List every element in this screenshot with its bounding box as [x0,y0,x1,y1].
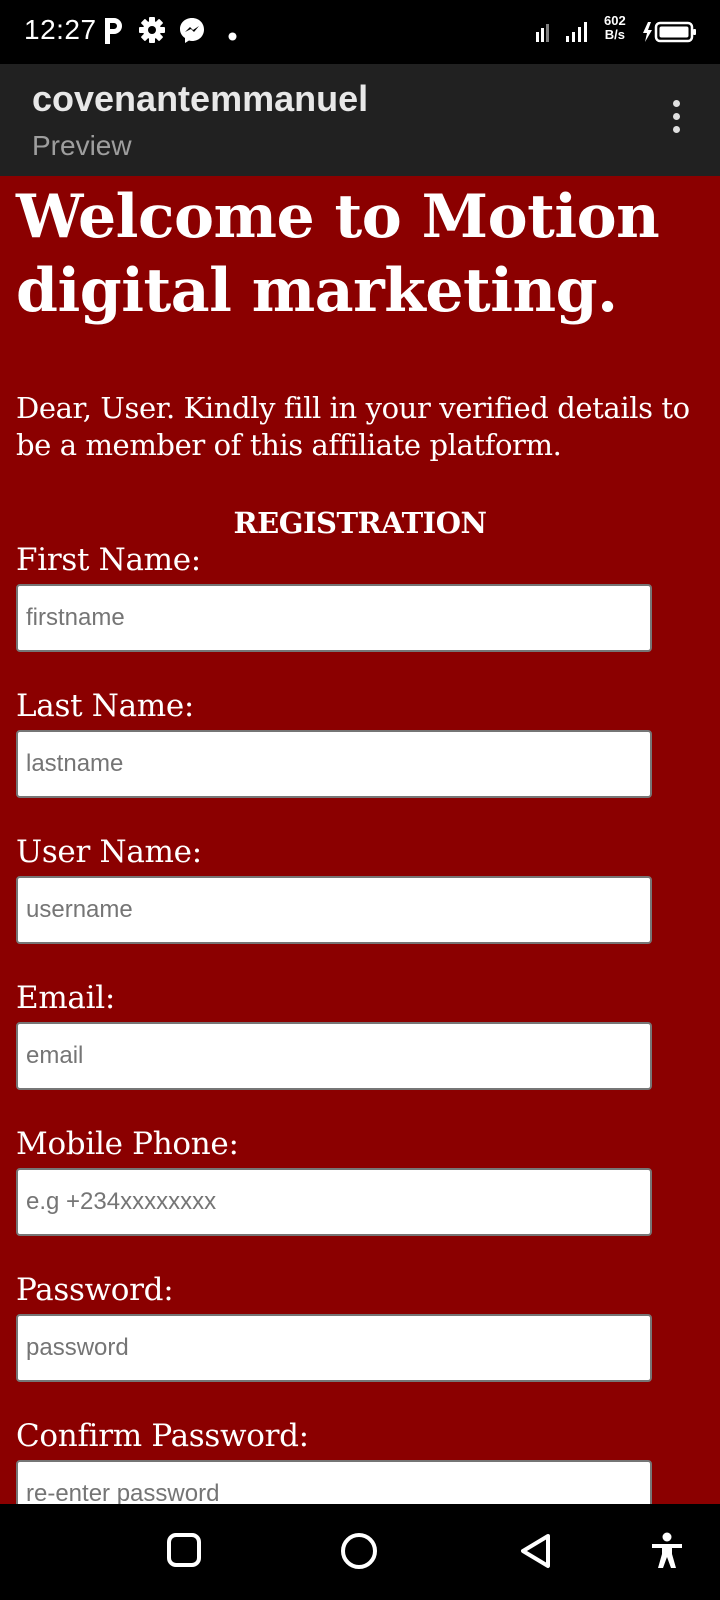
last-name-label: Last Name: [16,688,195,724]
more-options-icon[interactable] [660,100,692,144]
navigation-bar [0,1504,720,1600]
email-input[interactable] [16,1022,652,1090]
back-button[interactable] [518,1532,554,1575]
confirm-password-input[interactable] [16,1460,652,1504]
net-speed-value: 602 [604,13,626,28]
messenger-icon [178,16,206,49]
signal-icon [536,18,596,49]
intro-text: Dear, User. Kindly fill in your verified… [16,391,690,462]
first-name-label: First Name: [16,542,201,578]
password-input[interactable] [16,1314,652,1382]
registration-heading: REGISTRATION [233,506,488,540]
confirm-password-label: Confirm Password: [16,1418,309,1454]
home-button[interactable] [340,1532,378,1575]
accessibility-icon[interactable] [650,1532,684,1575]
user-name-label: User Name: [16,834,202,870]
recents-button[interactable] [166,1532,202,1573]
notification-dot-icon [228,28,237,46]
status-bar: 12:27 602 B/s [0,0,720,64]
app-subtitle: Preview [32,130,132,161]
mobile-phone-label: Mobile Phone: [16,1126,239,1162]
network-speed: 602 B/s [604,14,626,42]
app-title: covenantemmanuel [32,78,369,119]
first-name-input[interactable] [16,584,652,652]
mobile-phone-input[interactable] [16,1168,652,1236]
page-title: Welcome to Motion digital marketing. [16,182,660,326]
app-bar: covenantemmanuel Preview [0,64,720,176]
battery-charging-icon [642,20,698,49]
page-content: Welcome to Motion digital marketing. Dea… [0,176,720,1504]
pinterest-icon [102,16,124,51]
status-time: 12:27 [24,14,97,45]
email-label: Email: [16,980,115,1016]
gear-icon [138,16,166,49]
last-name-input[interactable] [16,730,652,798]
net-speed-unit: B/s [604,27,625,42]
password-label: Password: [16,1272,174,1308]
user-name-input[interactable] [16,876,652,944]
